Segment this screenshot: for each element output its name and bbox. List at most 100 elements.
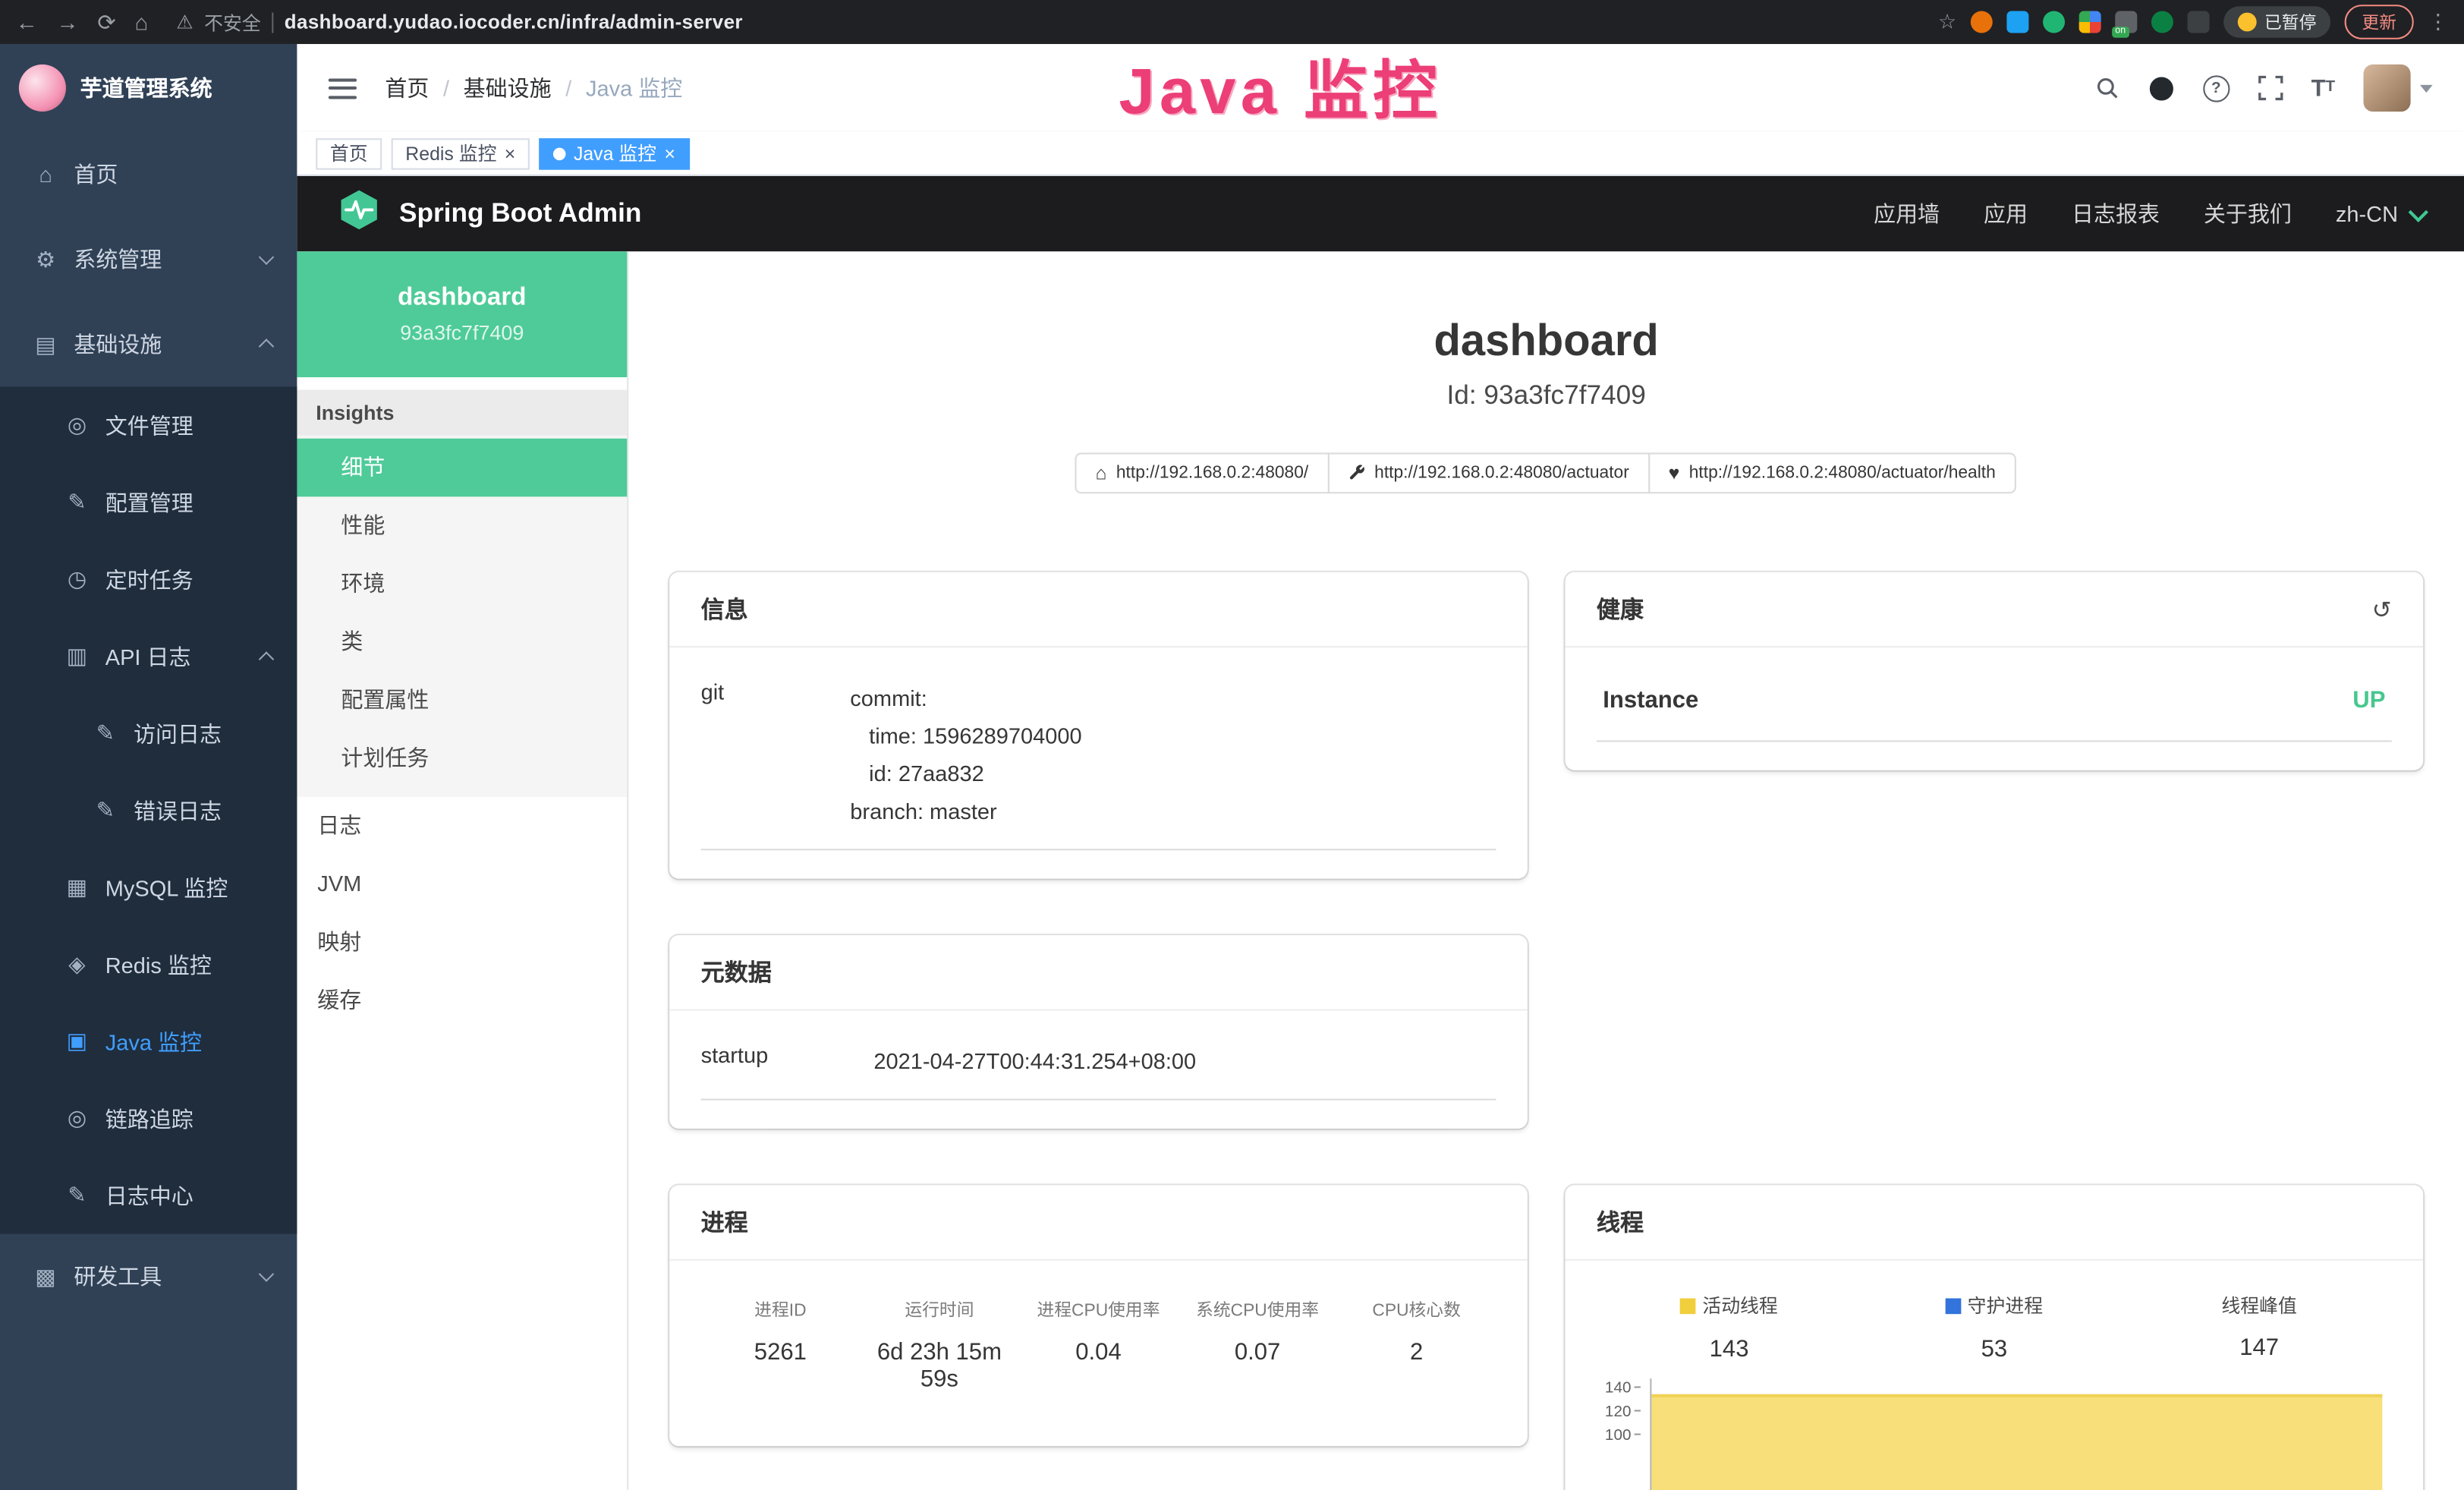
breadcrumb-home[interactable]: 首页 bbox=[385, 72, 429, 103]
sba-menu-config-props[interactable]: 配置属性 bbox=[297, 671, 627, 729]
tracing-icon: ◎ bbox=[63, 1105, 91, 1132]
sba-menu-caches[interactable]: 缓存 bbox=[297, 972, 627, 1030]
sba-menu-logs[interactable]: 日志 bbox=[297, 797, 627, 855]
sidebar-item-access-log[interactable]: ✎ 访问日志 bbox=[0, 695, 297, 771]
actuator-url-button[interactable]: http://192.168.0.2:48080/actuator bbox=[1327, 452, 1650, 493]
instance-url-button[interactable]: ⌂ http://192.168.0.2:48080/ bbox=[1075, 452, 1330, 493]
address-bar[interactable]: ⚠ 不安全 dashboard.yudao.iocoder.cn/infra/a… bbox=[176, 8, 1919, 35]
health-instance-row[interactable]: Instance UP bbox=[1597, 660, 2392, 742]
sba-nav-wallboard[interactable]: 应用墙 bbox=[1874, 198, 1940, 229]
instance-links: ⌂ http://192.168.0.2:48080/ http://192.1… bbox=[628, 452, 2464, 493]
browser-home-icon[interactable]: ⌂ bbox=[135, 9, 149, 34]
extension-icon-4[interactable] bbox=[2079, 11, 2101, 33]
help-icon[interactable]: ? bbox=[2203, 74, 2230, 101]
dev-tools-icon: ▩ bbox=[31, 1263, 59, 1290]
fullscreen-icon[interactable] bbox=[2258, 75, 2283, 100]
active-tab-dot-icon bbox=[553, 147, 566, 160]
file-icon: ◎ bbox=[63, 412, 91, 439]
sidebar-item-file-mgmt[interactable]: ◎ 文件管理 bbox=[0, 386, 297, 463]
detail-cards: 信息 git commit: time: 1596289704000 id: 2… bbox=[628, 572, 2464, 1490]
sidebar-item-dev-tools[interactable]: ▩ 研发工具 bbox=[0, 1234, 297, 1319]
extension-icon-2[interactable] bbox=[2006, 11, 2028, 33]
extension-icon-7[interactable] bbox=[2188, 11, 2210, 33]
breadcrumb-separator: / bbox=[565, 75, 571, 100]
sidebar-item-infrastructure[interactable]: ▤ 基础设施 bbox=[0, 302, 297, 387]
sidebar-item-api-log[interactable]: ▥ API 日志 bbox=[0, 618, 297, 695]
legend-value: 143 bbox=[1597, 1335, 1861, 1362]
security-warning-icon[interactable]: ⚠ bbox=[176, 11, 193, 33]
sidebar-item-mysql-monitor[interactable]: ▦ MySQL 监控 bbox=[0, 849, 297, 925]
sidebar-item-log-center[interactable]: ✎ 日志中心 bbox=[0, 1157, 297, 1233]
breadcrumb: 首页 / 基础设施 / Java 监控 bbox=[385, 72, 682, 103]
legend-live-threads: 活动线程 143 bbox=[1597, 1292, 1861, 1362]
sba-instance-header[interactable]: dashboard 93a3fc7f7409 bbox=[297, 251, 627, 377]
metric-label: 运行时间 bbox=[860, 1296, 1019, 1321]
tab-java-monitor[interactable]: Java 监控 × bbox=[539, 137, 689, 169]
sidebar-item-label: 配置管理 bbox=[105, 487, 194, 518]
app-logo[interactable]: 芋道管理系统 bbox=[0, 44, 297, 132]
sba-menu-jvm[interactable]: JVM bbox=[297, 855, 627, 914]
sba-menu-classes[interactable]: 类 bbox=[297, 613, 627, 672]
sidebar-item-label: 基础设施 bbox=[74, 329, 162, 360]
threads-card-title: 线程 bbox=[1597, 1205, 1644, 1238]
tab-home[interactable]: 首页 bbox=[316, 137, 382, 169]
sba-menu-performance[interactable]: 性能 bbox=[297, 496, 627, 555]
instance-detail-header: dashboard Id: 93a3fc7f7409 ⌂ http://192.… bbox=[628, 251, 2464, 493]
sba-root-menu: 日志 JVM 映射 缓存 bbox=[297, 797, 627, 1029]
user-menu[interactable] bbox=[2363, 65, 2432, 112]
chevron-down-icon bbox=[259, 1266, 274, 1281]
close-icon[interactable]: × bbox=[505, 143, 516, 162]
browser-update-button[interactable]: 更新 bbox=[2345, 5, 2414, 39]
breadcrumb-infrastructure[interactable]: 基础设施 bbox=[464, 72, 552, 103]
health-url-button[interactable]: ♥ http://192.168.0.2:48080/actuator/heal… bbox=[1648, 452, 2016, 493]
legend-value: 53 bbox=[1861, 1335, 2126, 1362]
sba-menu-environment[interactable]: 环境 bbox=[297, 555, 627, 613]
bookmark-star-icon[interactable]: ☆ bbox=[1938, 9, 1956, 34]
close-icon[interactable]: × bbox=[664, 143, 675, 162]
link-label: http://192.168.0.2:48080/actuator/health bbox=[1689, 464, 1996, 483]
sba-nav-about[interactable]: 关于我们 bbox=[2204, 198, 2292, 229]
sidebar-item-scheduled-job[interactable]: ◷ 定时任务 bbox=[0, 540, 297, 617]
profile-paused-pill[interactable]: 已暂停 bbox=[2223, 6, 2330, 37]
history-icon[interactable]: ↺ bbox=[2372, 595, 2392, 623]
sidebar-item-label: 定时任务 bbox=[105, 563, 194, 594]
sidebar-item-config-mgmt[interactable]: ✎ 配置管理 bbox=[0, 464, 297, 540]
metric-label: CPU核心数 bbox=[1337, 1296, 1496, 1321]
threads-card-body: 活动线程 143 守护进程 bbox=[1566, 1261, 2424, 1490]
app-topbar: 首页 / 基础设施 / Java 监控 ? TT bbox=[297, 44, 2464, 132]
info-value: commit: time: 1596289704000 id: 27aa832 … bbox=[850, 679, 1496, 830]
reload-icon[interactable]: ⟳ bbox=[97, 8, 115, 35]
log-icon: ▥ bbox=[63, 643, 91, 669]
sba-menu-scheduled-tasks[interactable]: 计划任务 bbox=[297, 729, 627, 788]
sidebar-item-label: 研发工具 bbox=[74, 1261, 162, 1292]
font-size-icon[interactable]: TT bbox=[2311, 76, 2336, 99]
forward-icon[interactable]: → bbox=[57, 9, 79, 34]
sba-brand-title: Spring Boot Admin bbox=[399, 198, 641, 229]
java-monitor-icon: ▣ bbox=[63, 1028, 91, 1054]
extension-icon-5[interactable]: on bbox=[2115, 11, 2137, 33]
browser-menu-icon[interactable]: ⋮ bbox=[2428, 9, 2448, 34]
search-icon[interactable] bbox=[2094, 75, 2119, 100]
extension-icon-3[interactable] bbox=[2043, 11, 2065, 33]
sidebar-item-tracing[interactable]: ◎ 链路追踪 bbox=[0, 1080, 297, 1157]
clock-icon: ◷ bbox=[63, 565, 91, 592]
sidebar-item-home[interactable]: ⌂ 首页 bbox=[0, 132, 297, 217]
health-card: 健康 ↺ Instance UP bbox=[1566, 572, 2424, 770]
sba-nav-applications[interactable]: 应用 bbox=[1984, 198, 2028, 229]
url-text[interactable]: dashboard.yudao.iocoder.cn/infra/admin-s… bbox=[285, 11, 743, 33]
sba-menu-details[interactable]: 细节 bbox=[297, 439, 627, 497]
sba-locale-select[interactable]: zh-CN bbox=[2336, 201, 2423, 226]
sidebar-item-java-monitor[interactable]: ▣ Java 监控 bbox=[0, 1003, 297, 1079]
sidebar-item-system-mgmt[interactable]: ⚙ 系统管理 bbox=[0, 217, 297, 302]
tab-redis-monitor[interactable]: Redis 监控 × bbox=[392, 137, 530, 169]
tab-label: 首页 bbox=[330, 140, 368, 166]
sidebar-item-error-log[interactable]: ✎ 错误日志 bbox=[0, 772, 297, 849]
extension-icon-6[interactable] bbox=[2151, 11, 2173, 33]
sidebar-item-redis-monitor[interactable]: ◈ Redis 监控 bbox=[0, 926, 297, 1003]
extension-icon-1[interactable] bbox=[1971, 11, 1993, 33]
github-icon[interactable] bbox=[2148, 74, 2174, 101]
sba-nav-journal[interactable]: 日志报表 bbox=[2072, 198, 2160, 229]
back-icon[interactable]: ← bbox=[16, 9, 38, 34]
sba-menu-mappings[interactable]: 映射 bbox=[297, 913, 627, 972]
sidebar-collapse-icon[interactable] bbox=[329, 78, 357, 99]
